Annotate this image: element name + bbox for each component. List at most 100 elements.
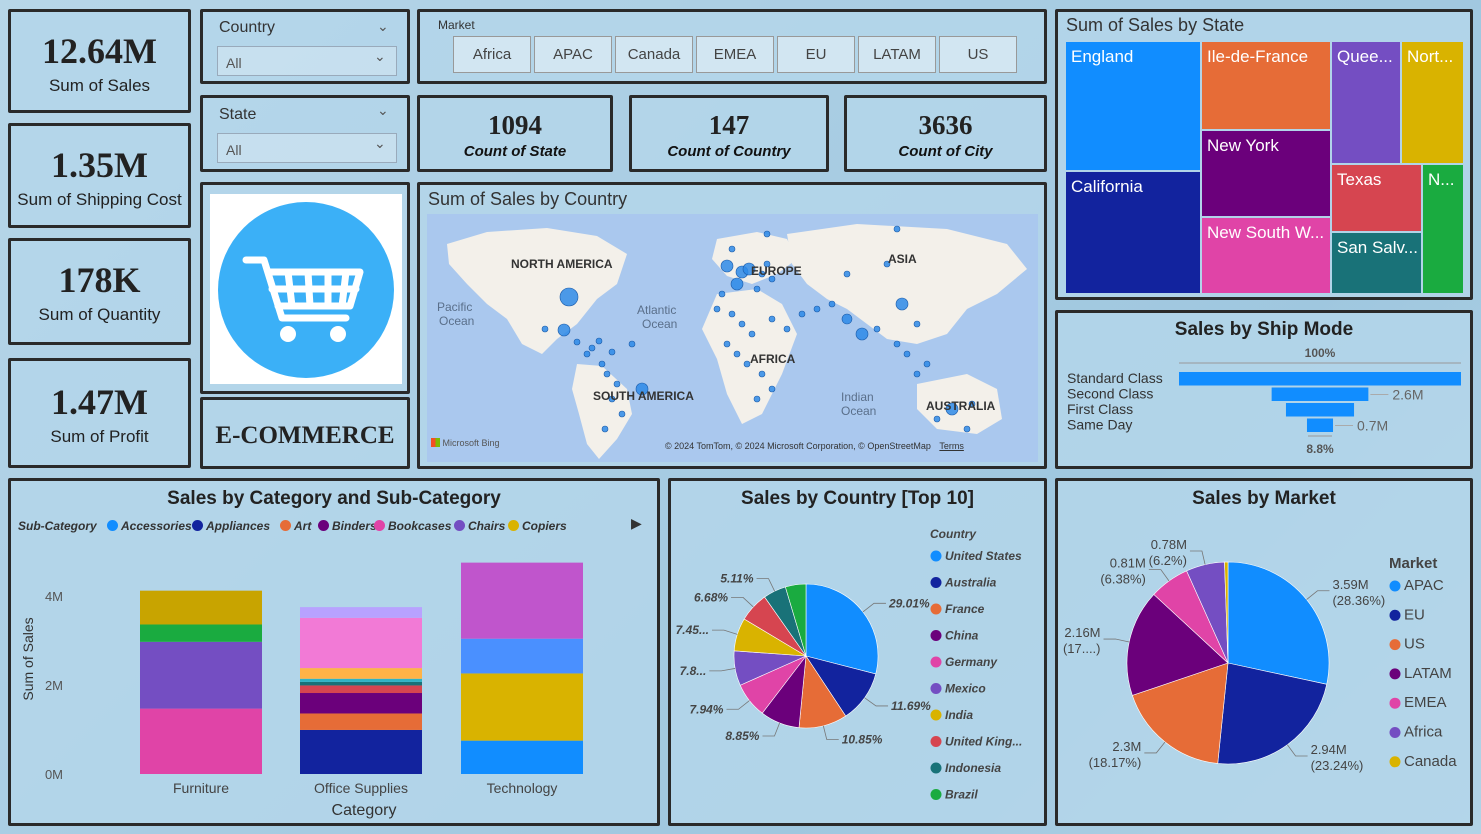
- country-dropdown[interactable]: All ⌄: [217, 46, 397, 76]
- chevron-down-icon[interactable]: ⌄: [377, 102, 389, 119]
- terms-link[interactable]: Terms: [939, 441, 964, 451]
- legend-label[interactable]: LATAM: [1404, 665, 1452, 682]
- bar-segment[interactable]: [461, 673, 583, 741]
- bar-segment[interactable]: [300, 681, 422, 686]
- map-canvas[interactable]: NORTH AMERICA EUROPE ASIA AFRICA SOUTH A…: [427, 214, 1038, 462]
- bar-segment[interactable]: [461, 638, 583, 674]
- map-location-dot[interactable]: [728, 310, 736, 318]
- map-location-dot[interactable]: [798, 310, 806, 318]
- chevron-right-icon[interactable]: ▶: [631, 515, 642, 532]
- map-location-dot[interactable]: [893, 340, 901, 348]
- map-location-dot[interactable]: [559, 287, 579, 307]
- legend-item[interactable]: Binders: [318, 519, 377, 533]
- bar-segment[interactable]: [140, 641, 262, 709]
- map-location-dot[interactable]: [748, 330, 756, 338]
- legend-label[interactable]: Indonesia: [945, 761, 1001, 775]
- map-location-dot[interactable]: [628, 340, 636, 348]
- map-location-dot[interactable]: [913, 320, 921, 328]
- legend-label[interactable]: Africa: [1404, 724, 1443, 741]
- map-location-dot[interactable]: [768, 385, 776, 393]
- legend-label[interactable]: US: [1404, 636, 1425, 653]
- map-location-dot[interactable]: [733, 350, 741, 358]
- bar-segment[interactable]: [300, 729, 422, 774]
- funnel-bar[interactable]: [1285, 403, 1355, 417]
- legend-label[interactable]: United King...: [945, 735, 1022, 749]
- map-location-dot[interactable]: [730, 277, 744, 291]
- map-location-dot[interactable]: [595, 337, 603, 345]
- bar-segment[interactable]: [140, 708, 262, 774]
- treemap-cell[interactable]: Ile-de-France: [1202, 42, 1330, 129]
- legend-item[interactable]: Appliances: [192, 519, 270, 533]
- legend-label[interactable]: EMEA: [1404, 694, 1447, 711]
- treemap-cell[interactable]: California: [1066, 172, 1200, 293]
- map-location-dot[interactable]: [618, 410, 626, 418]
- market-button-canada[interactable]: Canada: [615, 36, 693, 73]
- map-location-dot[interactable]: [895, 297, 909, 311]
- treemap-cell[interactable]: San Salv...: [1332, 233, 1421, 293]
- map-location-dot[interactable]: [903, 350, 911, 358]
- map-location-dot[interactable]: [893, 225, 901, 233]
- map-location-dot[interactable]: [598, 360, 606, 368]
- bar-segment[interactable]: [461, 562, 583, 639]
- treemap-cell[interactable]: New South W...: [1202, 218, 1330, 293]
- legend-label[interactable]: India: [945, 708, 973, 722]
- market-button-us[interactable]: US: [939, 36, 1017, 73]
- market-button-africa[interactable]: Africa: [453, 36, 531, 73]
- map-location-dot[interactable]: [913, 370, 921, 378]
- funnel-bar[interactable]: [1271, 387, 1369, 402]
- pie-slice[interactable]: [1227, 561, 1330, 685]
- treemap-cell[interactable]: Texas: [1332, 165, 1421, 231]
- bar-segment[interactable]: [300, 713, 422, 730]
- legend-item[interactable]: Bookcases: [374, 519, 451, 533]
- legend-label[interactable]: APAC: [1404, 577, 1444, 594]
- treemap-cell[interactable]: New York: [1202, 131, 1330, 216]
- treemap-cell[interactable]: Nort...: [1402, 42, 1463, 163]
- bar-segment[interactable]: [140, 624, 262, 642]
- chevron-down-icon[interactable]: ⌄: [377, 18, 389, 35]
- legend-label[interactable]: United States: [945, 549, 1022, 563]
- map-location-dot[interactable]: [841, 313, 853, 325]
- bar-segment[interactable]: [300, 685, 422, 694]
- treemap-cell[interactable]: England: [1066, 42, 1200, 170]
- map-location-dot[interactable]: [557, 323, 571, 337]
- map-location-dot[interactable]: [873, 325, 881, 333]
- market-button-latam[interactable]: LATAM: [858, 36, 936, 73]
- map-location-dot[interactable]: [613, 380, 621, 388]
- map-location-dot[interactable]: [573, 338, 581, 346]
- legend-label[interactable]: France: [945, 602, 985, 616]
- map-location-dot[interactable]: [768, 315, 776, 323]
- map-location-dot[interactable]: [763, 230, 771, 238]
- map-location-dot[interactable]: [720, 259, 734, 273]
- map-location-dot[interactable]: [588, 344, 596, 352]
- market-button-eu[interactable]: EU: [777, 36, 855, 73]
- funnel-bar[interactable]: [1306, 418, 1334, 433]
- legend-label[interactable]: EU: [1404, 606, 1425, 623]
- map-location-dot[interactable]: [813, 305, 821, 313]
- treemap-cell[interactable]: Quee...: [1332, 42, 1400, 163]
- legend-item[interactable]: Copiers: [508, 519, 567, 533]
- bar-segment[interactable]: [300, 678, 422, 682]
- map-location-dot[interactable]: [738, 320, 746, 328]
- map-location-dot[interactable]: [601, 425, 609, 433]
- legend-label[interactable]: Brazil: [945, 788, 978, 802]
- map-location-dot[interactable]: [608, 348, 616, 356]
- bar-segment[interactable]: [300, 607, 422, 618]
- map-location-dot[interactable]: [783, 325, 791, 333]
- map-location-dot[interactable]: [713, 305, 721, 313]
- map-location-dot[interactable]: [728, 245, 736, 253]
- map-location-dot[interactable]: [541, 325, 549, 333]
- map-location-dot[interactable]: [718, 290, 726, 298]
- map-location-dot[interactable]: [923, 360, 931, 368]
- legend-item[interactable]: Art: [280, 519, 311, 533]
- legend-label[interactable]: Australia: [944, 576, 997, 590]
- map-location-dot[interactable]: [603, 370, 611, 378]
- map-location-dot[interactable]: [583, 350, 591, 358]
- map-location-dot[interactable]: [963, 425, 971, 433]
- map-location-dot[interactable]: [723, 340, 731, 348]
- treemap-cell[interactable]: N...: [1423, 165, 1463, 293]
- map-location-dot[interactable]: [855, 327, 869, 341]
- bar-segment[interactable]: [140, 590, 262, 625]
- legend-item[interactable]: Accessories: [107, 519, 192, 533]
- market-button-emea[interactable]: EMEA: [696, 36, 774, 73]
- bar-segment[interactable]: [300, 693, 422, 714]
